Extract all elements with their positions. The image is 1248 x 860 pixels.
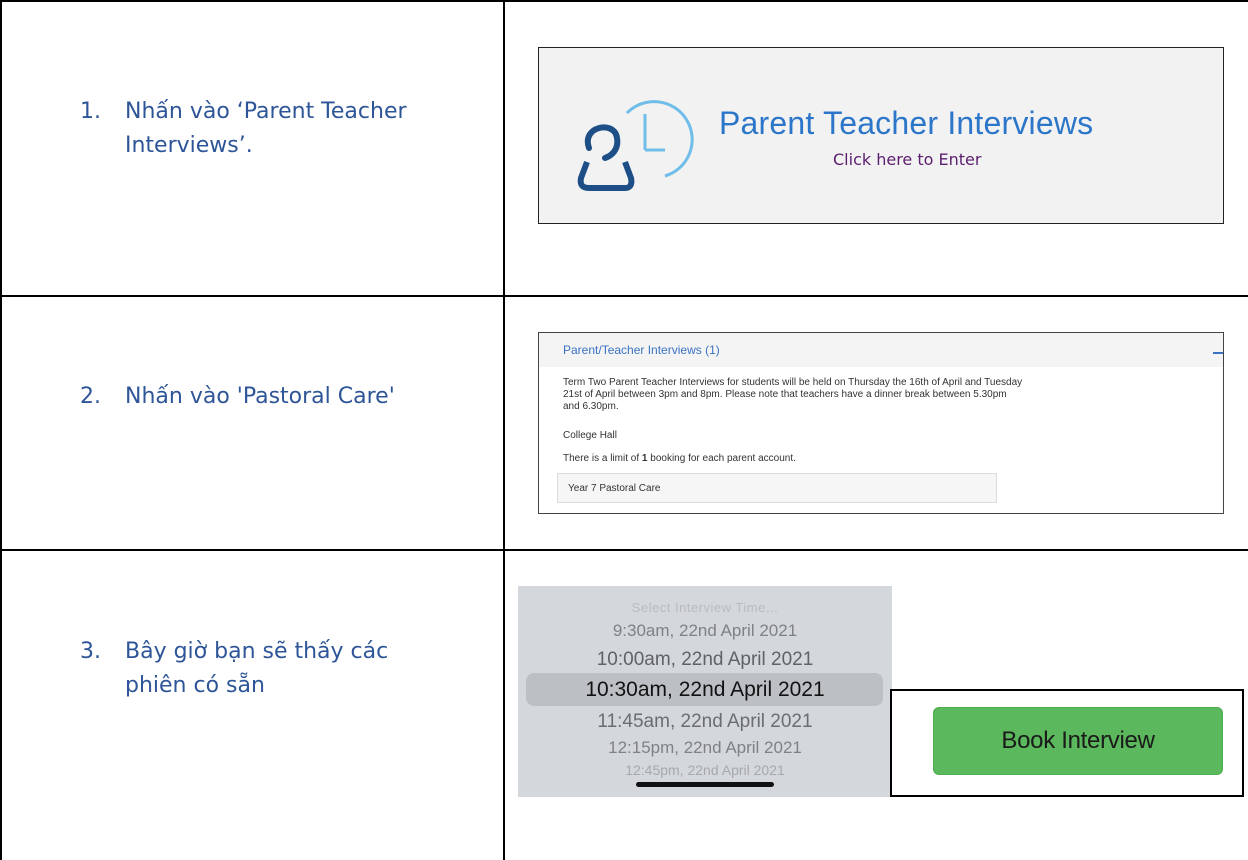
- pastoral-care-item[interactable]: Year 7 Pastoral Care: [557, 473, 997, 503]
- table-border-left: [0, 0, 2, 860]
- panel-limit: There is a limit of 1 booking for each p…: [563, 453, 796, 464]
- pti-subtitle: Click here to Enter: [833, 150, 982, 169]
- book-interview-frame: Book Interview: [890, 689, 1244, 797]
- limit-suffix: booking for each parent account.: [647, 453, 796, 464]
- picker-option-selected[interactable]: 10:30am, 22nd April 2021: [518, 678, 892, 702]
- limit-prefix: There is a limit of: [563, 453, 642, 464]
- home-indicator: [636, 782, 774, 787]
- step-1-line-1: Nhấn vào ‘Parent Teacher: [125, 99, 407, 124]
- step-2-line-1: Nhấn vào 'Pastoral Care': [125, 384, 395, 409]
- table-row-divider-2: [0, 549, 1248, 551]
- book-interview-button[interactable]: Book Interview: [933, 707, 1223, 775]
- pti-title: Parent Teacher Interviews: [719, 105, 1094, 141]
- step-1-line-2: Interviews’.: [125, 133, 253, 158]
- step-2-text: Nhấn vào 'Pastoral Care': [125, 380, 485, 414]
- pti-banner[interactable]: Parent Teacher Interviews Click here to …: [538, 47, 1224, 224]
- step-3-line-1: Bây giờ bạn sẽ thấy các: [125, 639, 389, 664]
- panel-title: Parent/Teacher Interviews (1): [563, 343, 720, 357]
- step-3-line-2: phiên có sẵn: [125, 673, 265, 698]
- panel-description: Term Two Parent Teacher Interviews for s…: [563, 377, 1023, 412]
- table-row-divider-1: [0, 295, 1248, 297]
- step-1-number: 1.: [80, 99, 101, 124]
- panel-location: College Hall: [563, 430, 617, 441]
- panel-header[interactable]: Parent/Teacher Interviews (1): [539, 333, 1223, 367]
- picker-placeholder: Select Interview Time...: [631, 600, 779, 615]
- person-clock-icon: [577, 100, 694, 191]
- picker-option[interactable]: 11:45am, 22nd April 2021: [518, 711, 892, 733]
- step-3-number: 3.: [80, 639, 101, 664]
- step-1-text: Nhấn vào ‘Parent Teacher Interviews’.: [125, 95, 485, 163]
- step-2-number: 2.: [80, 384, 101, 409]
- interviews-panel: Parent/Teacher Interviews (1) Term Two P…: [538, 332, 1224, 514]
- step-3-text: Bây giờ bạn sẽ thấy các phiên có sẵn: [125, 635, 485, 703]
- minus-icon[interactable]: [1213, 352, 1223, 354]
- interview-time-picker[interactable]: Select Interview Time... 9:30am, 22nd Ap…: [518, 586, 892, 797]
- pastoral-care-label: Year 7 Pastoral Care: [568, 483, 661, 494]
- picker-option[interactable]: 10:00am, 22nd April 2021: [518, 649, 892, 671]
- step-3: 3. Bây giờ bạn sẽ thấy các phiên có sẵn: [80, 635, 500, 715]
- step-1: 1. Nhấn vào ‘Parent Teacher Interviews’.: [80, 95, 500, 175]
- table-border-top: [0, 0, 1248, 2]
- step-2: 2. Nhấn vào 'Pastoral Care': [80, 380, 500, 420]
- picker-option[interactable]: 12:45pm, 22nd April 2021: [518, 762, 892, 778]
- picker-option[interactable]: 9:30am, 22nd April 2021: [518, 621, 892, 641]
- picker-option[interactable]: 12:15pm, 22nd April 2021: [518, 738, 892, 758]
- table-border-middle: [503, 0, 505, 860]
